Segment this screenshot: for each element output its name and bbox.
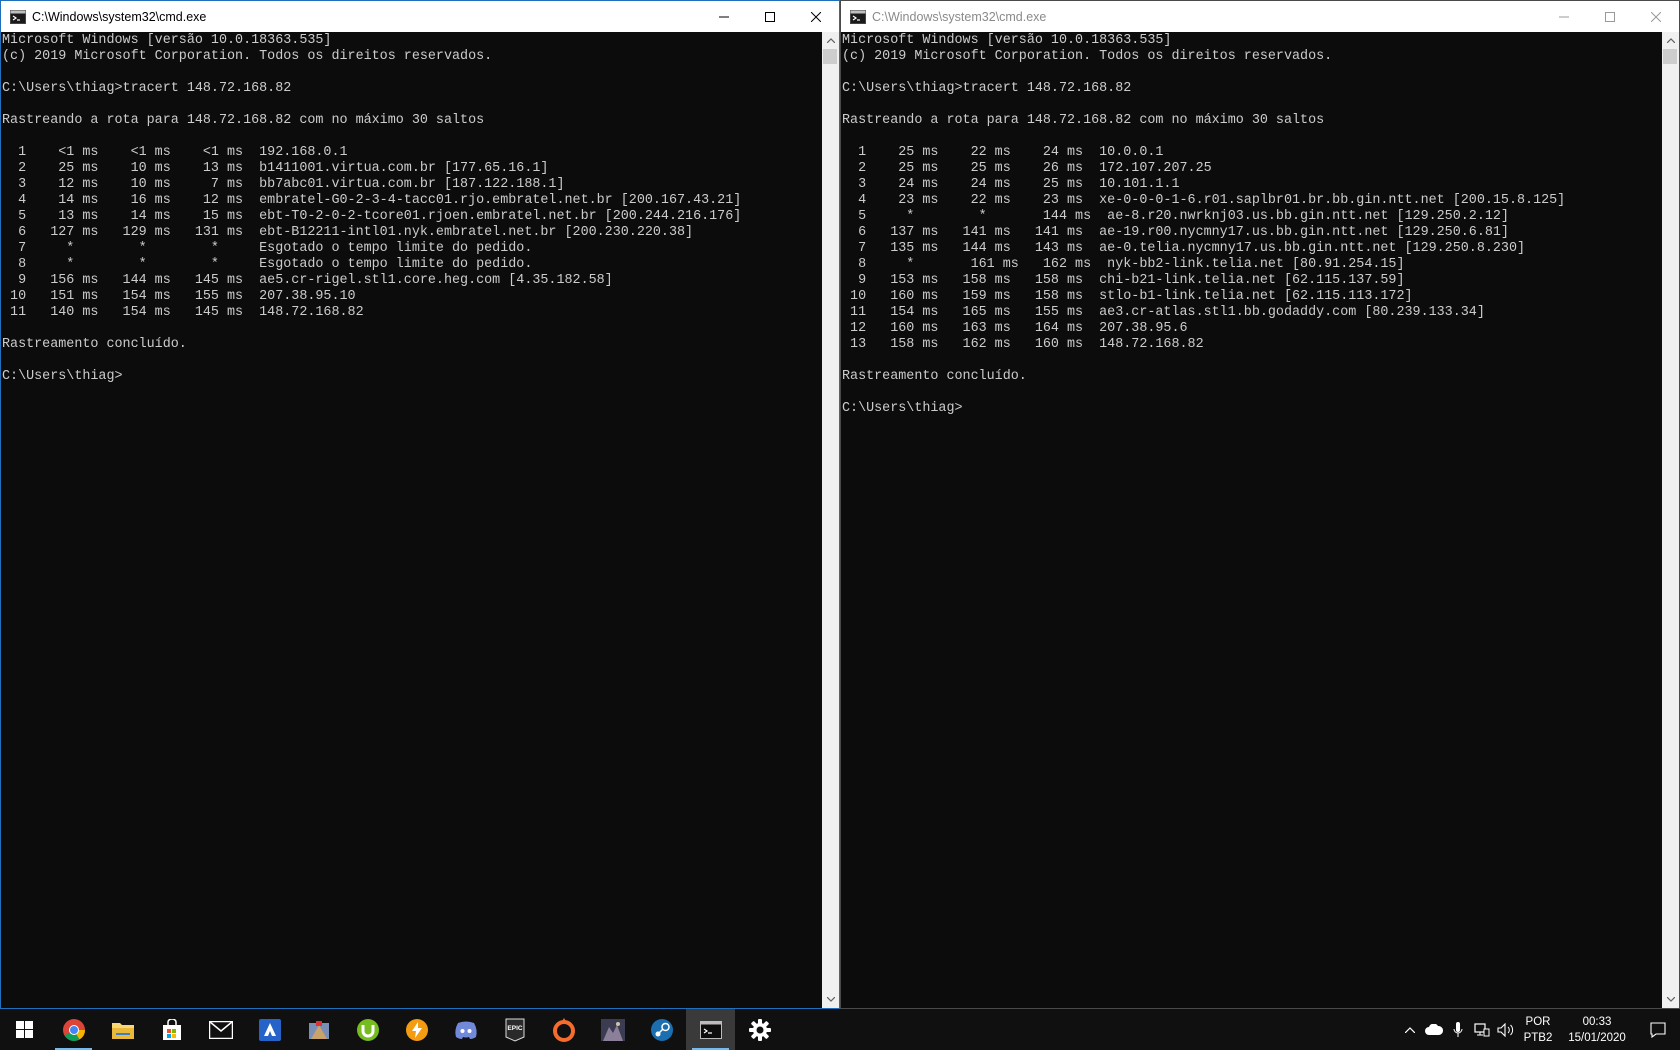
console-output[interactable]: Microsoft Windows [versão 10.0.18363.535… <box>841 32 1662 1008</box>
minimize-button[interactable] <box>1541 1 1587 32</box>
vertical-scrollbar[interactable] <box>822 32 839 1008</box>
show-hidden-icons-chevron-icon[interactable] <box>1398 1009 1422 1050</box>
maximize-button[interactable] <box>747 1 793 32</box>
title-bar[interactable]: C:\Windows\system32\cmd.exe <box>841 1 1679 32</box>
console-output[interactable]: Microsoft Windows [versão 10.0.18363.535… <box>1 32 822 1008</box>
origin-icon[interactable] <box>539 1009 588 1050</box>
chrome-icon[interactable] <box>49 1009 98 1050</box>
utorrent-icon[interactable] <box>343 1009 392 1050</box>
epic-games-label: EPIC <box>507 1025 522 1032</box>
scroll-down-button[interactable] <box>1662 991 1679 1008</box>
vertical-scrollbar[interactable] <box>1662 32 1679 1008</box>
cmd-window-right[interactable]: C:\Windows\system32\cmd.exe Microsoft Wi… <box>840 0 1680 1009</box>
scroll-down-button[interactable] <box>822 991 839 1008</box>
start-icon[interactable] <box>0 1009 49 1050</box>
clock[interactable]: 00:33 15/01/2020 <box>1558 1014 1636 1046</box>
minimize-button[interactable] <box>701 1 747 32</box>
clock-date: 15/01/2020 <box>1568 1031 1626 1044</box>
steam-icon[interactable] <box>637 1009 686 1050</box>
title-bar[interactable]: C:\Windows\system32\cmd.exe <box>1 1 839 32</box>
clock-time: 00:33 <box>1582 1015 1612 1028</box>
cmd-icon[interactable] <box>686 1009 735 1050</box>
close-button[interactable] <box>1633 1 1679 32</box>
scroll-up-button[interactable] <box>822 32 839 49</box>
winamp-icon[interactable] <box>392 1009 441 1050</box>
volume-icon[interactable] <box>1494 1009 1518 1050</box>
store-icon[interactable] <box>147 1009 196 1050</box>
scroll-thumb[interactable] <box>1663 49 1677 64</box>
network-icon[interactable] <box>1470 1009 1494 1050</box>
discord-icon[interactable] <box>441 1009 490 1050</box>
microphone-icon[interactable] <box>1446 1009 1470 1050</box>
close-button[interactable] <box>793 1 839 32</box>
mail-icon[interactable] <box>196 1009 245 1050</box>
language-label: POR <box>1525 1015 1551 1028</box>
system-tray: POR PTB2 00:33 15/01/2020 <box>1398 1009 1680 1050</box>
cmd-window-left[interactable]: C:\Windows\system32\cmd.exe Microsoft Wi… <box>0 0 840 1009</box>
epic-games-icon[interactable]: EPIC <box>490 1009 539 1050</box>
scroll-up-button[interactable] <box>1662 32 1679 49</box>
cmd-app-icon <box>850 9 866 25</box>
window-title: C:\Windows\system32\cmd.exe <box>32 9 207 24</box>
console-text: Microsoft Windows [versão 10.0.18363.535… <box>842 33 1566 416</box>
file-explorer-icon[interactable] <box>98 1009 147 1050</box>
cmd-app-icon <box>10 9 26 25</box>
scroll-thumb[interactable] <box>823 49 837 64</box>
game-app-icon[interactable] <box>294 1009 343 1050</box>
onedrive-cloud-icon[interactable] <box>1422 1009 1446 1050</box>
game-launcher-icon[interactable] <box>588 1009 637 1050</box>
action-center-icon[interactable] <box>1636 1009 1680 1050</box>
console-text: Microsoft Windows [versão 10.0.18363.535… <box>2 33 742 384</box>
taskbar: EPIC POR PTB2 00:33 15/01/2020 <box>0 1009 1680 1050</box>
azure-icon[interactable] <box>245 1009 294 1050</box>
window-title: C:\Windows\system32\cmd.exe <box>872 9 1047 24</box>
settings-icon[interactable] <box>735 1009 784 1050</box>
input-language-indicator[interactable]: POR PTB2 <box>1518 1014 1558 1046</box>
maximize-button[interactable] <box>1587 1 1633 32</box>
keyboard-layout-label: PTB2 <box>1523 1031 1553 1044</box>
